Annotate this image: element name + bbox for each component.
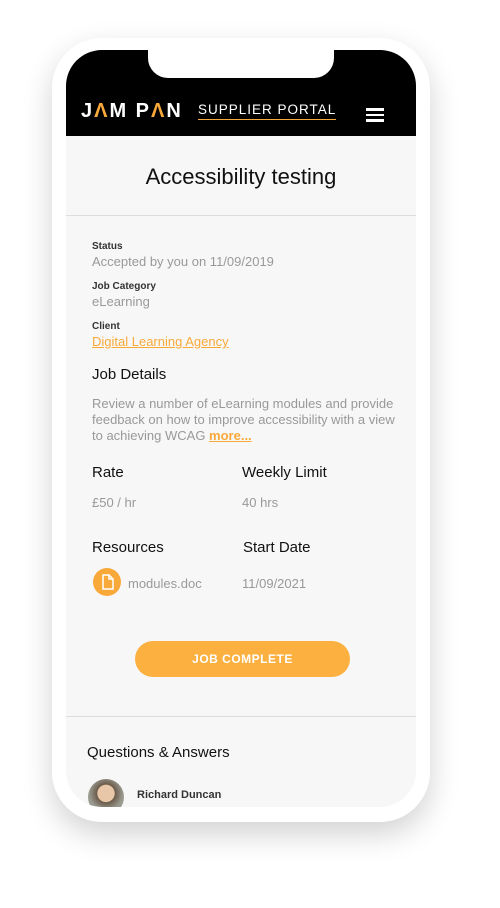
header: JΛM PΛN SUPPLIER PORTAL bbox=[66, 50, 416, 136]
job-details-heading: Job Details bbox=[92, 366, 167, 383]
portal-title: SUPPLIER PORTAL bbox=[198, 102, 337, 120]
start-date-label: Start Date bbox=[243, 539, 311, 556]
more-link[interactable]: more... bbox=[209, 428, 252, 443]
client-label: Client bbox=[92, 321, 120, 332]
client-link[interactable]: Digital Learning Agency bbox=[92, 334, 229, 349]
start-date-value: 11/09/2021 bbox=[242, 576, 307, 591]
logo-n: N bbox=[166, 100, 183, 122]
weekly-limit-label: Weekly Limit bbox=[242, 464, 327, 481]
document-icon[interactable] bbox=[93, 568, 121, 596]
user-name: Richard Duncan bbox=[137, 789, 222, 801]
logo-a: Λ bbox=[94, 100, 110, 122]
rate-label: Rate bbox=[92, 464, 124, 481]
notch bbox=[148, 50, 334, 78]
page-title: Accessibility testing bbox=[145, 164, 337, 189]
qa-heading: Questions & Answers bbox=[87, 744, 230, 761]
job-description: Review a number of eLearning modules and… bbox=[92, 396, 402, 444]
logo-mp: M P bbox=[109, 100, 152, 122]
category-value: eLearning bbox=[92, 294, 150, 309]
screen: JΛM PΛN SUPPLIER PORTAL Accessibility te… bbox=[66, 50, 416, 807]
menu-icon[interactable] bbox=[366, 108, 384, 122]
logo-a: Λ bbox=[151, 100, 167, 122]
job-complete-button[interactable]: JOB COMPLETE bbox=[135, 641, 350, 677]
divider bbox=[66, 215, 416, 216]
rate-value: £50 / hr bbox=[92, 495, 137, 510]
resources-label: Resources bbox=[92, 539, 164, 556]
avatar bbox=[88, 779, 124, 807]
status-value: Accepted by you on 11/09/2019 bbox=[92, 254, 274, 269]
weekly-limit-value: 40 hrs bbox=[242, 495, 279, 510]
resource-file[interactable]: modules.doc bbox=[128, 576, 202, 591]
divider bbox=[66, 716, 416, 717]
logo-j: J bbox=[81, 100, 95, 122]
category-label: Job Category bbox=[92, 281, 156, 292]
logo[interactable]: JΛM PΛN bbox=[81, 100, 183, 123]
status-label: Status bbox=[92, 241, 123, 252]
